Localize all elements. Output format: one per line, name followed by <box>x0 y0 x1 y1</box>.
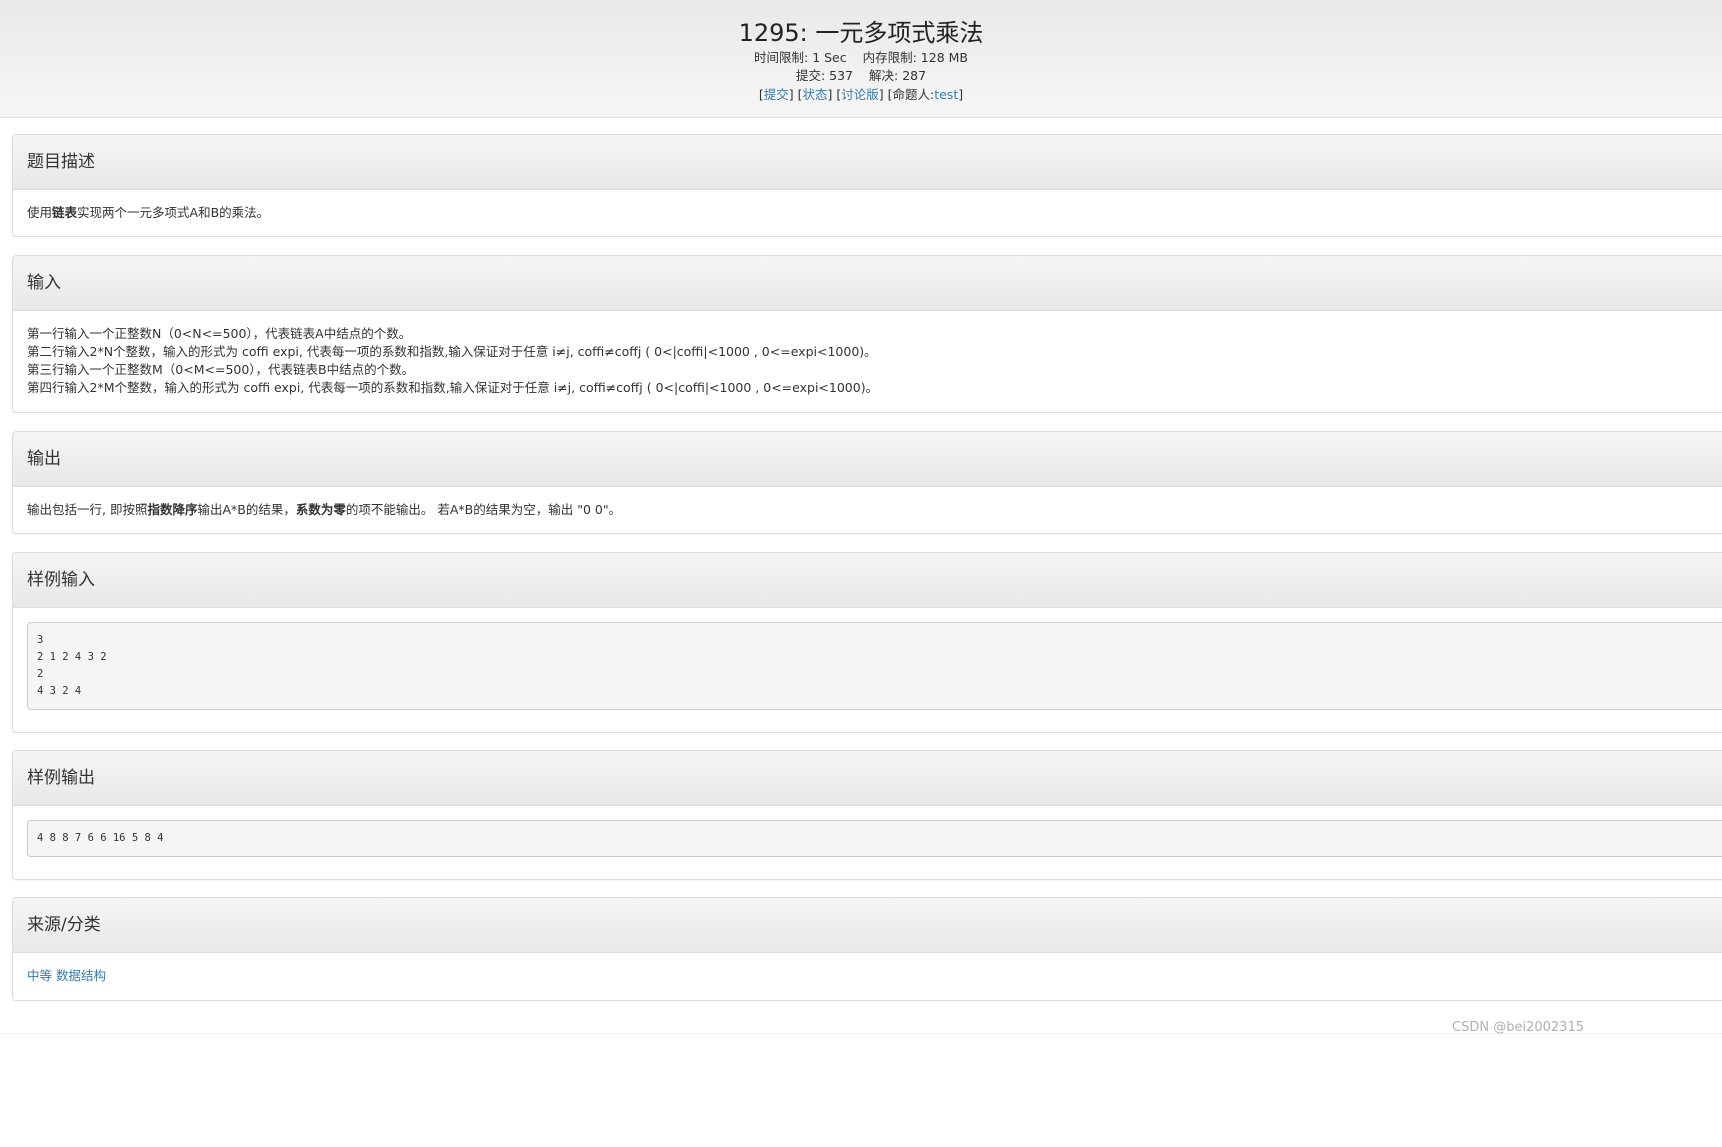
sample-output-panel: 样例输出 4 8 8 7 6 6 16 5 8 4 <box>12 750 1722 880</box>
input-body: 第一行输入一个正整数N（0<N<=500），代表链表A中结点的个数。 第二行输入… <box>13 311 1722 397</box>
output-body: 输出包括一行, 即按照指数降序输出A*B的结果，系数为零的项不能输出。 若A*B… <box>13 487 1722 519</box>
solved-count-value: 287 <box>902 68 927 83</box>
tag-category-link[interactable]: 数据结构 <box>56 968 106 983</box>
memory-limit-label: 内存限制: <box>862 50 917 65</box>
input-line: 第一行输入一个正整数N（0<N<=500），代表链表A中结点的个数。 <box>27 326 412 341</box>
input-line: 第三行输入一个正整数M（0<M<=500），代表链表B中结点的个数。 <box>27 362 415 377</box>
input-line: 第四行输入2*M个整数，输入的形式为 coffi expi, 代表每一项的系数和… <box>27 380 879 395</box>
author-link[interactable]: test <box>934 87 958 102</box>
output-panel: 输出 输出包括一行, 即按照指数降序输出A*B的结果，系数为零的项不能输出。 若… <box>12 431 1722 534</box>
source-body: 中等 数据结构 <box>13 953 1722 985</box>
sample-input-code: 3 2 1 2 4 3 2 2 4 3 2 4 <box>27 622 1722 710</box>
solved-count-label: 解决: <box>868 68 899 83</box>
problem-header: 1295: 一元多项式乘法 时间限制: 1 Sec 内存限制: 128 MB 提… <box>0 0 1722 118</box>
description-body: 使用链表实现两个一元多项式A和B的乘法。 <box>13 190 1722 222</box>
stats-row: 提交: 537 解决: 287 <box>0 67 1722 85</box>
problem-links: [提交] [状态] [讨论版] [命题人:test] <box>758 87 964 102</box>
output-bold: 指数降序 <box>147 502 198 517</box>
description-text: 使用 <box>27 205 53 220</box>
input-line: 第二行输入2*N个整数，输入的形式为 coffi expi, 代表每一项的系数和… <box>27 344 877 359</box>
memory-limit-value: 128 MB <box>920 50 968 65</box>
source-panel: 来源/分类 中等 数据结构 <box>12 897 1722 1001</box>
output-text: 输出包括一行, 即按照 <box>27 502 148 517</box>
sample-output-heading: 样例输出 <box>13 751 1722 806</box>
time-limit-value: 1 Sec <box>812 50 847 65</box>
status-link[interactable]: 状态 <box>803 87 828 102</box>
output-bold: 系数为零 <box>295 502 346 517</box>
sample-input-panel: 样例输入 3 2 1 2 4 3 2 2 4 3 2 4 <box>12 552 1722 733</box>
output-text: 的项不能输出。 若A*B的结果为空，输出 "0 0"。 <box>345 502 622 517</box>
tag-difficulty-link[interactable]: 中等 <box>27 968 52 983</box>
sample-input-body: 3 2 1 2 4 3 2 2 4 3 2 4 <box>13 608 1722 710</box>
description-bold: 链表 <box>52 205 78 220</box>
output-heading: 输出 <box>13 432 1722 487</box>
source-heading: 来源/分类 <box>13 898 1722 953</box>
sample-input-heading: 样例输入 <box>13 553 1722 608</box>
input-heading: 输入 <box>13 256 1722 311</box>
discuss-link[interactable]: 讨论版 <box>841 87 879 102</box>
time-limit-label: 时间限制: <box>753 50 809 65</box>
submit-count-value: 537 <box>829 68 854 83</box>
submit-count-label: 提交: <box>795 68 826 83</box>
description-panel: 题目描述 使用链表实现两个一元多项式A和B的乘法。 <box>12 134 1722 237</box>
author-label: 命题人: <box>892 87 935 102</box>
description-heading: 题目描述 <box>13 135 1722 190</box>
problem-title: 1295: 一元多项式乘法 <box>738 19 984 47</box>
sample-output-code: 4 8 8 7 6 6 16 5 8 4 <box>27 820 1722 857</box>
sample-output-body: 4 8 8 7 6 6 16 5 8 4 <box>13 806 1722 857</box>
input-panel: 输入 第一行输入一个正整数N（0<N<=500），代表链表A中结点的个数。 第二… <box>12 255 1722 413</box>
description-text-rest: 实现两个一元多项式A和B的乘法。 <box>77 205 270 220</box>
limits-row: 时间限制: 1 Sec 内存限制: 128 MB <box>0 49 1722 67</box>
output-text: 输出A*B的结果， <box>197 502 296 517</box>
submit-link[interactable]: 提交 <box>764 87 789 102</box>
csdn-watermark: CSDN @bei2002315 <box>1452 1020 1584 1035</box>
